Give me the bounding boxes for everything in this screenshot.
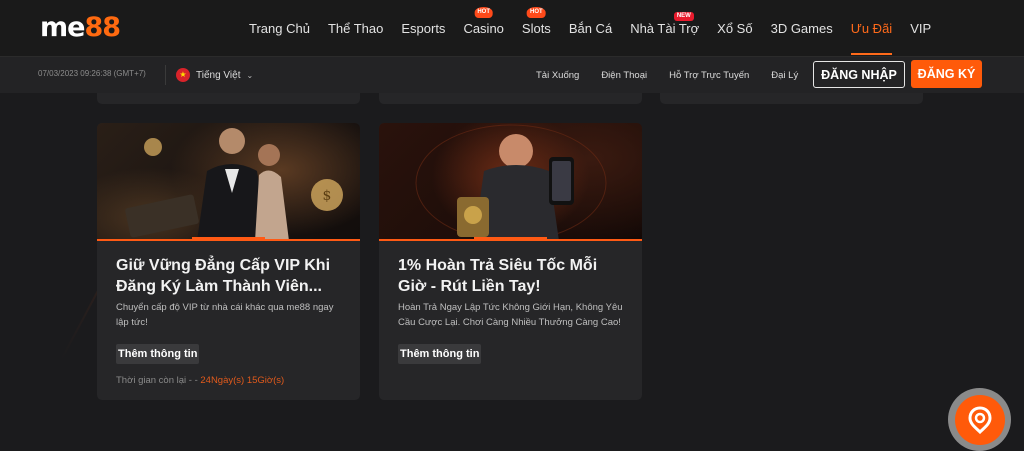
link-dai-ly[interactable]: Đại Lý [760,70,809,81]
chat-support-button[interactable] [948,388,1011,451]
time-remaining-value: 24Ngày(s) 15Giờ(s) [200,375,285,386]
promo-card[interactable]: $ Giữ Vững Đẳng Cấp VIP Khi Đăng Ký Làm … [97,123,360,400]
promo-card-partial [660,93,923,104]
link-tai-xuong[interactable]: Tải Xuống [525,70,590,81]
new-badge: NEW [673,12,694,21]
chat-support-icon [954,394,1005,445]
nav-item-uu-dai[interactable]: Ưu Đãi [842,0,901,57]
nav-item-trang-chu[interactable]: Trang Chủ [240,0,319,57]
promo-title: Giữ Vững Đẳng Cấp VIP Khi Đăng Ký Làm Th… [116,257,331,295]
promo-card-partial [379,93,642,104]
more-info-button[interactable]: Thêm thông tin [116,344,200,364]
banner-accent-tab [473,237,548,241]
top-navigation-bar: me88 Trang Chủ Thể Thao Esports HOT Casi… [0,0,1024,57]
register-button[interactable]: ĐĂNG KÝ [911,60,982,88]
language-selector[interactable]: ★ Tiếng Việt ⌄ [165,65,253,85]
nav-item-slots[interactable]: HOT Slots [513,0,560,57]
current-datetime: 07/03/2023 09:26:38 (GMT+7) [38,69,146,78]
utility-links: Tải Xuống Điện Thoại Hỗ Trợ Trực Tuyến Đ… [525,57,809,93]
link-ho-tro-truc-tuyen[interactable]: Hỗ Trợ Trực Tuyến [658,70,760,81]
promo-description: Chuyển cấp độ VIP từ nhà cái khác qua me… [116,302,334,328]
vietnam-flag-icon: ★ [176,68,190,82]
promo-title: 1% Hoàn Trả Siêu Tốc Mỗi Giờ - Rút Liền … [398,257,598,295]
nav-item-ban-ca[interactable]: Bắn Cá [560,0,621,57]
promo-banner-image: $ [97,123,360,241]
nav-item-esports[interactable]: Esports [392,0,454,57]
nav-item-nha-tai-tro[interactable]: NEW Nhà Tài Trợ [621,0,708,57]
svg-text:$: $ [323,188,332,204]
nav-item-vip[interactable]: VIP [901,0,940,57]
promo-card-partial [97,93,360,104]
cashback-illustration [415,124,607,241]
nav-item-casino[interactable]: HOT Casino [454,0,512,57]
time-remaining-label: Thời gian còn lại - - [116,375,198,386]
more-info-button[interactable]: Thêm thông tin [398,344,482,364]
promo-card[interactable]: 1% Hoàn Trả Siêu Tốc Mỗi Giờ - Rút Liền … [379,123,642,400]
banner-accent-tab [191,237,266,241]
promo-description: Hoàn Trả Ngay Lập Tức Không Giới Hạn, Kh… [398,302,623,328]
chevron-down-icon: ⌄ [246,70,254,80]
vip-illustration: $ [125,128,343,241]
language-label: Tiếng Việt [196,69,241,81]
link-dien-thoai[interactable]: Điện Thoại [590,70,658,81]
nav-item-xo-so[interactable]: Xổ Số [708,0,761,57]
hot-badge: HOT [527,7,546,18]
nav-item-the-thao[interactable]: Thể Thao [319,0,392,57]
login-button[interactable]: ĐĂNG NHẬP [813,61,905,88]
time-remaining: Thời gian còn lại - - 24Ngày(s) 15Giờ(s) [116,375,341,386]
promo-banner-image [379,123,642,241]
hot-badge: HOT [474,7,494,18]
nav-item-3d-games[interactable]: 3D Games [762,0,842,57]
me88-logo[interactable]: me88 [40,12,121,43]
main-menu: Trang Chủ Thể Thao Esports HOT Casino HO… [240,0,940,57]
